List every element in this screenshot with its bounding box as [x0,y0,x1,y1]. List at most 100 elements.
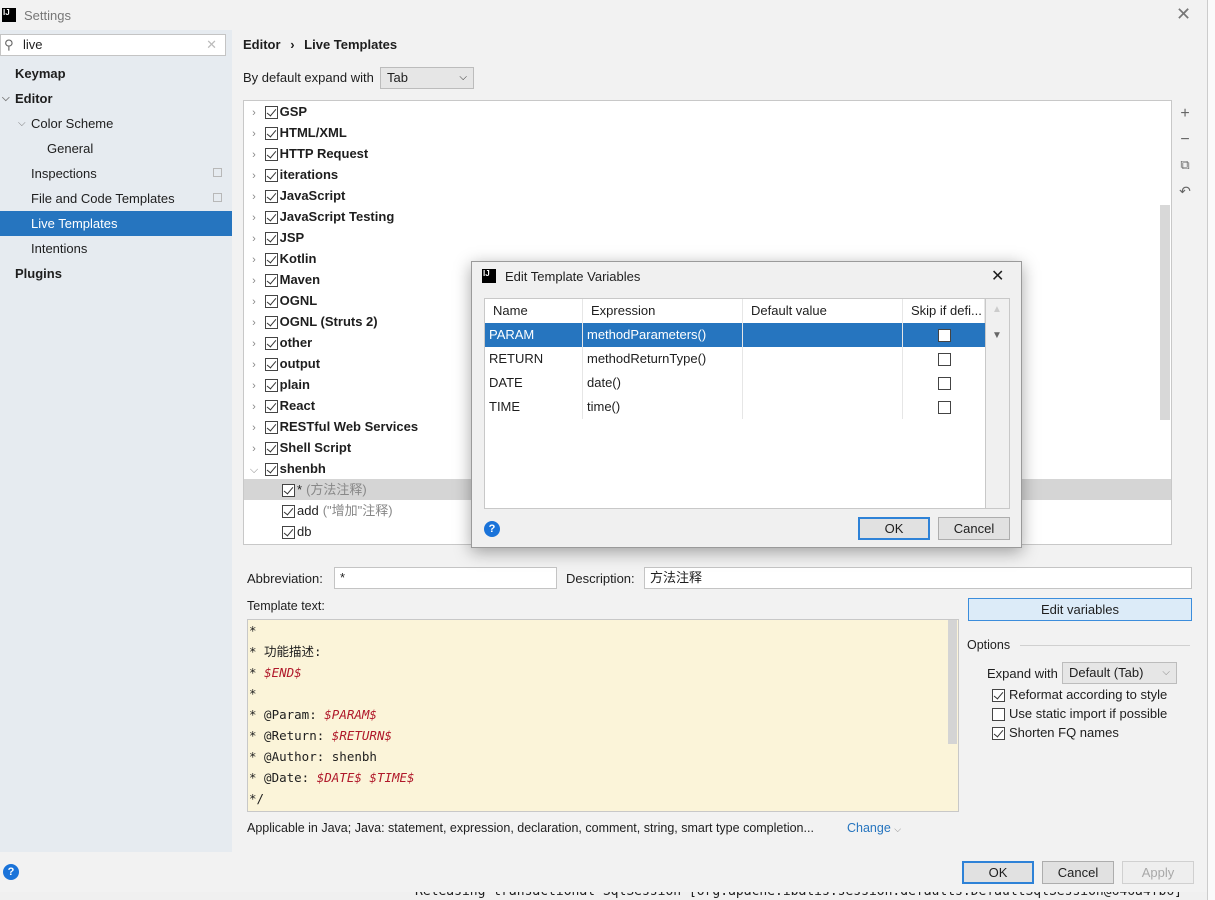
chevron-down-icon[interactable]: ⌵ [2,86,10,111]
checkbox[interactable] [264,232,278,246]
remove-icon[interactable]: − [1176,131,1194,149]
help-icon[interactable]: ? [3,864,19,880]
sidebar-item-inspections[interactable]: Inspections [0,161,232,186]
skip-checkbox[interactable] [937,329,951,343]
sidebar-item-live-templates[interactable]: Live Templates [0,211,232,236]
cancel-button[interactable]: Cancel [1042,861,1114,884]
move-down-icon[interactable]: ▼ [992,330,1002,341]
template-group[interactable]: › HTML/XML [244,122,1171,143]
cell-default[interactable] [743,323,903,347]
checkbox[interactable] [264,253,278,267]
cell-expression[interactable]: methodParameters() [583,323,743,347]
revert-icon[interactable]: ↶ [1176,182,1194,200]
chevron-right-icon[interactable]: › [247,355,261,376]
checkbox[interactable] [992,727,1005,741]
copy-icon[interactable]: ⧉ [1176,156,1194,174]
checkbox[interactable] [282,484,295,498]
skip-checkbox[interactable] [937,353,951,367]
table-row[interactable]: RETURN methodReturnType() [485,347,985,371]
sidebar-item-editor[interactable]: ⌵ Editor [0,86,232,111]
edit-variables-button[interactable]: Edit variables [968,598,1192,621]
template-text-editor[interactable]: * * 功能描述: * $END$ * * @Param: $PARAM$ * @Retu… [247,619,959,812]
checkbox[interactable] [992,708,1005,722]
help-icon[interactable]: ? [484,521,500,537]
checkbox[interactable] [264,358,278,372]
table-row[interactable]: DATE date() [485,371,985,395]
option-checkbox[interactable]: Reformat according to style [992,687,1167,705]
checkbox[interactable] [264,169,278,183]
checkbox[interactable] [264,379,278,393]
chevron-right-icon[interactable]: › [247,271,261,292]
sidebar-item-keymap[interactable]: Keymap [0,61,232,86]
sidebar-item-file-and-code-templates[interactable]: File and Code Templates [0,186,232,211]
apply-button[interactable]: Apply [1122,861,1194,884]
template-scrollbar[interactable] [948,620,957,744]
chevron-right-icon[interactable]: › [247,145,261,166]
template-group[interactable]: › JavaScript Testing [244,206,1171,227]
chevron-right-icon[interactable]: › [247,229,261,250]
tree-scrollbar[interactable] [1160,205,1170,420]
cell-expression[interactable]: time() [583,395,743,419]
chevron-right-icon[interactable]: › [247,376,261,397]
abbreviation-input[interactable]: * [334,567,557,589]
skip-checkbox[interactable] [937,401,951,415]
chevron-right-icon[interactable]: › [247,313,261,334]
template-group[interactable]: › JavaScript [244,185,1171,206]
search-input[interactable]: ⚲ live ✕ [0,34,226,56]
template-group[interactable]: › GSP [244,101,1171,122]
table-row[interactable]: PARAM methodParameters() [485,323,985,347]
chevron-right-icon[interactable]: › [247,208,261,229]
skip-checkbox[interactable] [937,377,951,391]
cell-default[interactable] [743,371,903,395]
template-group[interactable]: › JSP [244,227,1171,248]
checkbox[interactable] [264,400,278,414]
column-skip[interactable]: Skip if defi... [903,299,985,323]
template-group[interactable]: › iterations [244,164,1171,185]
column-name[interactable]: Name [485,299,583,323]
chevron-right-icon[interactable]: › [247,250,261,271]
checkbox[interactable] [264,421,278,435]
chevron-right-icon[interactable]: › [247,397,261,418]
breadcrumb-parent[interactable]: Editor [243,37,281,52]
chevron-right-icon[interactable]: › [247,124,261,145]
description-input[interactable]: 方法注释 [644,567,1192,589]
sidebar-item-intentions[interactable]: Intentions [0,236,232,261]
checkbox[interactable] [264,295,278,309]
cell-expression[interactable]: date() [583,371,743,395]
chevron-down-icon[interactable]: ⌵ [247,460,261,481]
cell-name[interactable]: TIME [485,395,583,419]
column-expression[interactable]: Expression [583,299,743,323]
cell-expression[interactable]: methodReturnType() [583,347,743,371]
ok-button[interactable]: OK [962,861,1034,884]
sidebar-item-plugins[interactable]: Plugins [0,261,232,286]
clear-icon[interactable]: ✕ [206,35,217,55]
checkbox[interactable] [264,190,278,204]
dialog-cancel-button[interactable]: Cancel [938,517,1010,540]
add-icon[interactable]: + [1176,105,1194,123]
dialog-close-icon[interactable]: ✕ [991,266,1004,286]
checkbox[interactable] [264,106,278,120]
checkbox[interactable] [282,505,295,519]
chevron-right-icon[interactable]: › [247,103,261,124]
chevron-right-icon[interactable]: › [247,334,261,355]
cell-name[interactable]: DATE [485,371,583,395]
chevron-right-icon[interactable]: › [247,439,261,460]
expand-with-select[interactable]: Default (Tab) ⌵ [1062,662,1177,684]
checkbox[interactable] [992,689,1005,703]
checkbox[interactable] [264,211,278,225]
checkbox[interactable] [264,463,278,477]
chevron-right-icon[interactable]: › [247,418,261,439]
checkbox[interactable] [282,526,295,540]
close-icon[interactable]: ✕ [1176,4,1191,25]
sidebar-item-color-scheme[interactable]: ⌵ Color Scheme [0,111,232,136]
change-link[interactable]: Change ⌵ [847,821,901,835]
chevron-right-icon[interactable]: › [247,292,261,313]
cell-default[interactable] [743,395,903,419]
cell-default[interactable] [743,347,903,371]
option-checkbox[interactable]: Use static import if possible [992,706,1167,724]
column-default-value[interactable]: Default value [743,299,903,323]
chevron-right-icon[interactable]: › [247,166,261,187]
move-up-icon[interactable]: ▲ [992,304,1002,315]
option-checkbox[interactable]: Shorten FQ names [992,725,1119,743]
checkbox[interactable] [264,127,278,141]
